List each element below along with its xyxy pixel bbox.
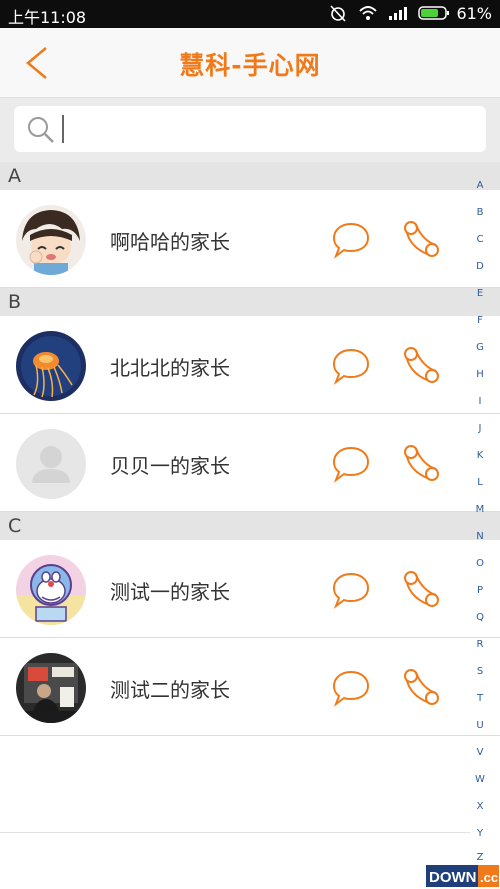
index-letter[interactable]: U [470, 720, 490, 731]
list-bottom-divider [0, 832, 470, 833]
section-header-c: C [0, 512, 500, 540]
index-letter[interactable]: F [470, 315, 490, 326]
wifi-icon [359, 6, 378, 20]
chat-button[interactable] [330, 570, 372, 610]
index-letter[interactable]: L [470, 477, 490, 488]
svg-text:DOWN: DOWN [429, 869, 477, 886]
index-letter[interactable]: V [470, 747, 490, 758]
chat-button[interactable] [330, 346, 372, 386]
search-box[interactable] [14, 106, 486, 152]
chat-bubble-icon [332, 446, 370, 483]
page-title: 慧科-手心网 [179, 51, 321, 80]
index-letter[interactable]: C [470, 234, 490, 245]
chat-bubble-icon [332, 348, 370, 385]
index-letter[interactable]: Y [470, 828, 490, 839]
cartoon-boy-avatar [16, 205, 86, 275]
section-header-a: A [0, 162, 500, 190]
status-bar: 上午11:08 61% [0, 0, 500, 28]
chat-bubble-icon [332, 222, 370, 259]
phone-icon [404, 669, 439, 705]
index-letter[interactable]: E [470, 288, 490, 299]
contact-name: 测试二的家长 [110, 678, 230, 702]
index-letter[interactable]: D [470, 261, 490, 272]
contact-name: 测试一的家长 [110, 580, 230, 604]
contact-row[interactable]: 啊哈哈的家长 [0, 190, 500, 288]
index-letter[interactable]: I [470, 396, 490, 407]
contact-name: 贝贝一的家长 [110, 454, 230, 478]
signal-icon [389, 7, 408, 20]
contact-row[interactable]: 北北北的家长 [0, 316, 500, 414]
index-letter[interactable]: B [470, 207, 490, 218]
index-letter[interactable]: Z [470, 852, 490, 863]
contact-name: 北北北的家长 [110, 356, 230, 380]
index-letter[interactable]: J [470, 423, 490, 434]
index-letter[interactable]: T [470, 693, 490, 704]
call-button[interactable] [401, 667, 443, 709]
search-area [0, 98, 500, 162]
phone-icon [404, 347, 439, 383]
index-letter[interactable]: X [470, 801, 490, 812]
section-header-b: B [0, 288, 500, 316]
phone-icon [404, 571, 439, 607]
index-letter[interactable]: W [470, 774, 490, 785]
battery: 61% [418, 4, 492, 23]
default-avatar [16, 429, 86, 499]
index-letter[interactable]: K [470, 450, 490, 461]
photo-avatar [16, 653, 86, 723]
index-letter[interactable]: R [470, 639, 490, 650]
doraemon-avatar [16, 555, 86, 625]
chat-button[interactable] [330, 220, 372, 260]
chat-bubble-icon [332, 670, 370, 707]
index-letter[interactable]: S [470, 666, 490, 677]
alarm-off-icon [330, 5, 347, 22]
index-letter[interactable]: H [470, 369, 490, 380]
status-icons: 61% [328, 3, 492, 23]
search-input[interactable] [60, 112, 470, 146]
search-icon [28, 117, 54, 143]
contact-name: 啊哈哈的家长 [110, 230, 230, 254]
contact-row[interactable]: 测试一的家长 [0, 540, 500, 638]
index-letter[interactable]: N [470, 531, 490, 542]
chat-button[interactable] [330, 444, 372, 484]
call-button[interactable] [401, 569, 443, 611]
call-button[interactable] [401, 219, 443, 261]
alphabet-index-bar[interactable]: A B C D E F G H I J K L M N O P Q R S T … [470, 172, 490, 872]
phone-icon [404, 445, 439, 481]
chat-button[interactable] [330, 668, 372, 708]
index-letter[interactable]: A [470, 180, 490, 191]
index-letter[interactable]: G [470, 342, 490, 353]
chat-bubble-icon [332, 572, 370, 609]
status-time: 上午11:08 [8, 8, 87, 27]
index-letter[interactable]: M [470, 504, 490, 515]
index-letter[interactable]: P [470, 585, 490, 596]
phone-icon [404, 221, 439, 257]
index-letter[interactable]: O [470, 558, 490, 569]
svg-text:.cc: .cc [480, 870, 498, 885]
call-button[interactable] [401, 443, 443, 485]
call-button[interactable] [401, 345, 443, 387]
contact-row[interactable]: 测试二的家长 [0, 638, 500, 736]
battery-percent: 61% [456, 3, 492, 23]
app-header: 慧科-手心网 [0, 28, 500, 98]
contact-row[interactable]: 贝贝一的家长 [0, 414, 500, 512]
index-letter[interactable]: Q [470, 612, 490, 623]
watermark-logo: DOWN .cc [425, 863, 500, 889]
jellyfish-avatar [16, 331, 86, 401]
battery-icon [418, 6, 450, 20]
